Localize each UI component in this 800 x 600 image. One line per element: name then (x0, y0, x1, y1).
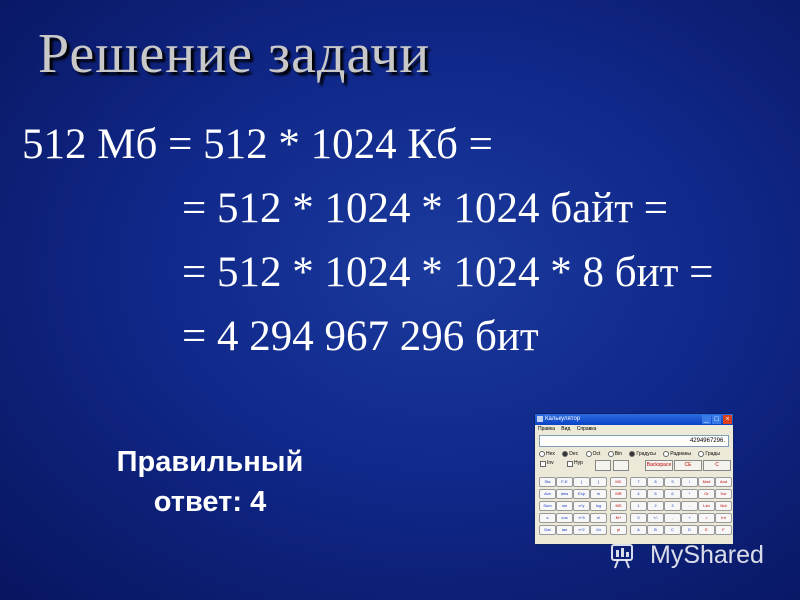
c-key: C (703, 460, 731, 471)
checkbox-inv (540, 461, 546, 467)
calculator-app-icon (537, 416, 543, 422)
radio-radians: Радианы (663, 450, 691, 457)
calc-key: pi (610, 525, 627, 535)
calc-key: Dat (539, 525, 556, 535)
watermark-text: MyShared (650, 541, 764, 569)
calc-key: 6 (664, 489, 681, 499)
calculator-controls-row: Inv Hyp Backspace CE C (535, 459, 733, 471)
backspace-key: Backspace (645, 460, 673, 471)
calc-key: Lsh (698, 501, 715, 511)
calc-key: 3 (664, 501, 681, 511)
calc-key: tan (556, 525, 573, 535)
calc-key: Int (715, 513, 732, 523)
calc-key: B (647, 525, 664, 535)
equation-line-1: 512 Мб = 512 * 1024 Кб = (22, 121, 493, 168)
checkbox-hyp (567, 461, 573, 467)
calc-key: 1 (630, 501, 647, 511)
maximize-icon: □ (712, 415, 721, 424)
calc-key: s (539, 513, 556, 523)
calc-key: 4 (630, 489, 647, 499)
calc-key: Or (698, 489, 715, 499)
calc-blank-box-2 (613, 460, 629, 471)
calc-key: C (664, 525, 681, 535)
equation-line-2: = 512 * 1024 * 1024 байт = (182, 185, 669, 232)
calc-key: sin (556, 501, 573, 511)
calc-key: - (681, 501, 698, 511)
answer-value: ответ: 4 (153, 486, 267, 518)
calc-key: x^y (573, 501, 590, 511)
slide-title: Решение задачи (38, 23, 431, 85)
calc-key: 1/x (590, 525, 607, 535)
radio-degrees: Градусы (629, 450, 656, 457)
slide: Решение задачи 512 Мб = 512 * 1024 Кб = … (0, 0, 800, 600)
calc-key: dms (556, 489, 573, 499)
checkbox-hyp-label: Hyp (574, 460, 583, 466)
radio-grads: Грады (698, 450, 720, 457)
calc-key: +/- (647, 513, 664, 523)
calc-key: x^2 (573, 525, 590, 535)
calculator-screenshot: Калькулятор _ □ × Правка Вид Справка 429… (534, 413, 734, 545)
calc-key: = (698, 513, 715, 523)
calc-key: , (664, 513, 681, 523)
calculator-title: Калькулятор (545, 416, 581, 422)
calc-key: ) (590, 477, 607, 487)
radio-bin: Bin (607, 450, 622, 457)
checkbox-inv-label: Inv (547, 460, 554, 466)
menu-edit: Правка (538, 426, 555, 432)
answer-block: Правильный ответ: 4 (80, 442, 340, 522)
calculator-display: 4294967296. (539, 435, 729, 447)
calc-key: 9 (664, 477, 681, 487)
calc-key: ( (573, 477, 590, 487)
menu-help: Справка (576, 426, 597, 432)
equation-line-4: = 4 294 967 296 бит (182, 313, 539, 360)
calc-key: 7 (630, 477, 647, 487)
calc-key: Ave (539, 489, 556, 499)
radio-oct: Oct (585, 450, 600, 457)
calc-key: F (715, 525, 732, 535)
calc-key: E (698, 525, 715, 535)
calc-blank-box (595, 460, 611, 471)
minimize-icon: _ (702, 415, 711, 424)
calc-key: 8 (647, 477, 664, 487)
calc-key: 0 (630, 513, 647, 523)
calc-key: MS (610, 501, 627, 511)
calc-key: MR (610, 489, 627, 499)
calc-key: log (590, 501, 607, 511)
calc-key: MC (610, 477, 627, 487)
calc-key: And (715, 477, 732, 487)
calc-key: Not (715, 501, 732, 511)
answer-label: Правильный (116, 446, 304, 478)
myshared-logo-icon (611, 544, 633, 569)
calc-key: Sta (539, 477, 556, 487)
ce-key: CE (674, 460, 702, 471)
calc-key: / (681, 477, 698, 487)
close-icon: × (723, 415, 732, 424)
calc-key: ln (590, 489, 607, 499)
calc-key: D (681, 525, 698, 535)
calc-key: Sum (539, 501, 556, 511)
equation-line-3: = 512 * 1024 * 1024 * 8 бит = (182, 249, 714, 296)
calc-key: + (681, 513, 698, 523)
radio-hex: Hex (539, 450, 555, 457)
calc-key: Mod (698, 477, 715, 487)
calculator-menubar: Правка Вид Справка (535, 425, 733, 433)
calc-key: x^3 (573, 513, 590, 523)
calc-key: A (630, 525, 647, 535)
calc-key: M+ (610, 513, 627, 523)
calculator-radios: Hex Dec Oct Bin Градусы Радианы Грады (535, 449, 733, 459)
calc-key: Exp (573, 489, 590, 499)
calc-key: n! (590, 513, 607, 523)
radio-dec: Dec (562, 450, 578, 457)
calc-key: 5 (647, 489, 664, 499)
calc-key: F-E (556, 477, 573, 487)
calculator-titlebar: Калькулятор _ □ × (535, 414, 733, 425)
menu-view: Вид (561, 426, 571, 432)
calc-key: cos (556, 513, 573, 523)
calc-key: * (681, 489, 698, 499)
calc-key: 2 (647, 501, 664, 511)
calc-key: Xor (715, 489, 732, 499)
